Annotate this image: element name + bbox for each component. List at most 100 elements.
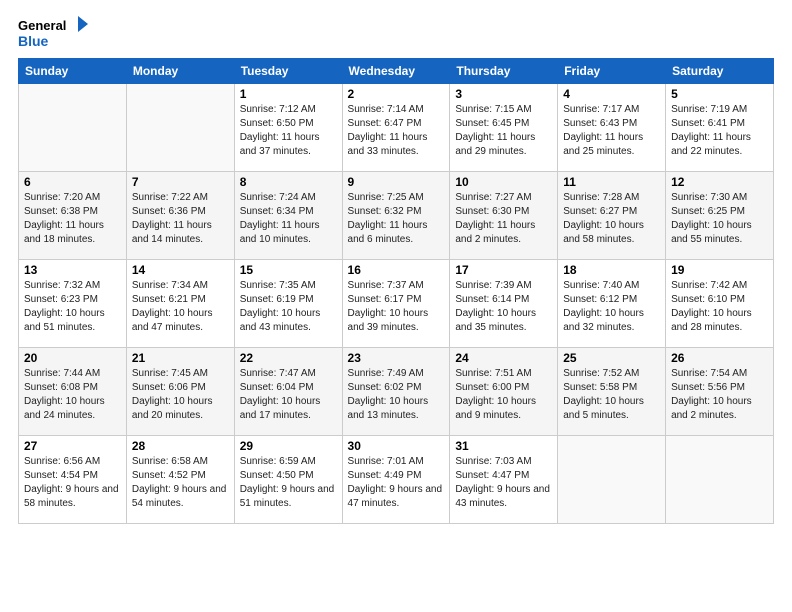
- day-info: Sunrise: 6:56 AM Sunset: 4:54 PM Dayligh…: [24, 455, 121, 511]
- calendar-cell: 26 Sunrise: 7:54 AM Sunset: 5:56 PM Dayli…: [666, 348, 774, 436]
- calendar-cell: 20 Sunrise: 7:44 AM Sunset: 6:08 PM Dayli…: [19, 348, 127, 436]
- calendar-cell: 31Sunrise: 7:03 AM Sunset: 4:47 PM Dayli…: [450, 436, 558, 524]
- weekday-header-monday: Monday: [126, 59, 234, 84]
- day-number: 19: [671, 263, 768, 277]
- calendar-cell: 11 Sunrise: 7:28 AM Sunset: 6:27 PM Dayli…: [558, 172, 666, 260]
- day-info: Sunrise: 7:54 AM Sunset: 5:56 PM Dayligh…: [671, 367, 768, 423]
- day-info: Sunrise: 6:58 AM Sunset: 4:52 PM Dayligh…: [132, 455, 229, 511]
- day-number: 29: [240, 439, 337, 453]
- calendar-week-row: 1 Sunrise: 7:12 AM Sunset: 6:50 PM Daylig…: [19, 84, 774, 172]
- day-info: Sunrise: 7:32 AM Sunset: 6:23 PM Dayligh…: [24, 279, 121, 335]
- weekday-header-row: SundayMondayTuesdayWednesdayThursdayFrid…: [19, 59, 774, 84]
- day-info: Sunrise: 7:24 AM Sunset: 6:34 PM Dayligh…: [240, 191, 337, 247]
- weekday-header-tuesday: Tuesday: [234, 59, 342, 84]
- calendar-cell: 28 Sunrise: 6:58 AM Sunset: 4:52 PM Dayli…: [126, 436, 234, 524]
- day-info: Sunrise: 7:19 AM Sunset: 6:41 PM Dayligh…: [671, 103, 768, 159]
- calendar-cell: 27Sunrise: 6:56 AM Sunset: 4:54 PM Dayli…: [19, 436, 127, 524]
- day-info: Sunrise: 7:14 AM Sunset: 6:47 PM Dayligh…: [348, 103, 445, 159]
- page: General Blue SundayMondayTuesdayWednesda…: [0, 0, 792, 612]
- weekday-header-friday: Friday: [558, 59, 666, 84]
- day-info: Sunrise: 7:12 AM Sunset: 6:50 PM Dayligh…: [240, 103, 337, 159]
- day-number: 7: [132, 175, 229, 189]
- day-number: 1: [240, 87, 337, 101]
- calendar-cell: 23Sunrise: 7:49 AM Sunset: 6:02 PM Dayli…: [342, 348, 450, 436]
- calendar-cell: [126, 84, 234, 172]
- day-number: 2: [348, 87, 445, 101]
- calendar-cell: 24 Sunrise: 7:51 AM Sunset: 6:00 PM Dayli…: [450, 348, 558, 436]
- calendar-week-row: 6Sunrise: 7:20 AM Sunset: 6:38 PM Daylig…: [19, 172, 774, 260]
- calendar-cell: [666, 436, 774, 524]
- calendar-cell: 18 Sunrise: 7:40 AM Sunset: 6:12 PM Dayli…: [558, 260, 666, 348]
- day-number: 4: [563, 87, 660, 101]
- day-number: 12: [671, 175, 768, 189]
- day-number: 13: [24, 263, 121, 277]
- calendar-cell: 7 Sunrise: 7:22 AM Sunset: 6:36 PM Daylig…: [126, 172, 234, 260]
- day-info: Sunrise: 7:25 AM Sunset: 6:32 PM Dayligh…: [348, 191, 445, 247]
- day-info: Sunrise: 7:47 AM Sunset: 6:04 PM Dayligh…: [240, 367, 337, 423]
- day-number: 15: [240, 263, 337, 277]
- day-info: Sunrise: 7:51 AM Sunset: 6:00 PM Dayligh…: [455, 367, 552, 423]
- calendar-cell: 9 Sunrise: 7:25 AM Sunset: 6:32 PM Daylig…: [342, 172, 450, 260]
- day-info: Sunrise: 7:22 AM Sunset: 6:36 PM Dayligh…: [132, 191, 229, 247]
- day-number: 23: [348, 351, 445, 365]
- calendar-cell: 14Sunrise: 7:34 AM Sunset: 6:21 PM Dayli…: [126, 260, 234, 348]
- calendar-cell: 22Sunrise: 7:47 AM Sunset: 6:04 PM Dayli…: [234, 348, 342, 436]
- weekday-header-wednesday: Wednesday: [342, 59, 450, 84]
- calendar-week-row: 27Sunrise: 6:56 AM Sunset: 4:54 PM Dayli…: [19, 436, 774, 524]
- day-info: Sunrise: 7:35 AM Sunset: 6:19 PM Dayligh…: [240, 279, 337, 335]
- calendar-cell: 5 Sunrise: 7:19 AM Sunset: 6:41 PM Daylig…: [666, 84, 774, 172]
- weekday-header-sunday: Sunday: [19, 59, 127, 84]
- day-info: Sunrise: 7:27 AM Sunset: 6:30 PM Dayligh…: [455, 191, 552, 247]
- day-info: Sunrise: 7:28 AM Sunset: 6:27 PM Dayligh…: [563, 191, 660, 247]
- calendar-week-row: 13 Sunrise: 7:32 AM Sunset: 6:23 PM Dayli…: [19, 260, 774, 348]
- day-number: 20: [24, 351, 121, 365]
- day-info: Sunrise: 7:37 AM Sunset: 6:17 PM Dayligh…: [348, 279, 445, 335]
- calendar-cell: 19 Sunrise: 7:42 AM Sunset: 6:10 PM Dayli…: [666, 260, 774, 348]
- calendar-cell: 25 Sunrise: 7:52 AM Sunset: 5:58 PM Dayli…: [558, 348, 666, 436]
- svg-text:Blue: Blue: [18, 33, 49, 49]
- calendar-cell: 12Sunrise: 7:30 AM Sunset: 6:25 PM Dayli…: [666, 172, 774, 260]
- day-info: Sunrise: 7:15 AM Sunset: 6:45 PM Dayligh…: [455, 103, 552, 159]
- day-number: 24: [455, 351, 552, 365]
- day-number: 28: [132, 439, 229, 453]
- calendar-cell: 10 Sunrise: 7:27 AM Sunset: 6:30 PM Dayli…: [450, 172, 558, 260]
- day-number: 16: [348, 263, 445, 277]
- day-number: 11: [563, 175, 660, 189]
- calendar-week-row: 20 Sunrise: 7:44 AM Sunset: 6:08 PM Dayli…: [19, 348, 774, 436]
- calendar-cell: [19, 84, 127, 172]
- calendar-table: SundayMondayTuesdayWednesdayThursdayFrid…: [18, 58, 774, 524]
- day-number: 30: [348, 439, 445, 453]
- day-number: 9: [348, 175, 445, 189]
- calendar-cell: 16 Sunrise: 7:37 AM Sunset: 6:17 PM Dayli…: [342, 260, 450, 348]
- day-info: Sunrise: 7:45 AM Sunset: 6:06 PM Dayligh…: [132, 367, 229, 423]
- calendar-cell: 6Sunrise: 7:20 AM Sunset: 6:38 PM Daylig…: [19, 172, 127, 260]
- weekday-header-thursday: Thursday: [450, 59, 558, 84]
- svg-text:General: General: [18, 18, 66, 33]
- logo: General Blue: [18, 14, 88, 52]
- header: General Blue: [18, 10, 774, 52]
- day-info: Sunrise: 7:39 AM Sunset: 6:14 PM Dayligh…: [455, 279, 552, 335]
- day-number: 8: [240, 175, 337, 189]
- day-number: 25: [563, 351, 660, 365]
- calendar-cell: 13 Sunrise: 7:32 AM Sunset: 6:23 PM Dayli…: [19, 260, 127, 348]
- calendar-cell: 8 Sunrise: 7:24 AM Sunset: 6:34 PM Daylig…: [234, 172, 342, 260]
- day-number: 26: [671, 351, 768, 365]
- day-info: Sunrise: 7:20 AM Sunset: 6:38 PM Dayligh…: [24, 191, 121, 247]
- day-info: Sunrise: 7:42 AM Sunset: 6:10 PM Dayligh…: [671, 279, 768, 335]
- day-number: 3: [455, 87, 552, 101]
- calendar-cell: 1 Sunrise: 7:12 AM Sunset: 6:50 PM Daylig…: [234, 84, 342, 172]
- day-info: Sunrise: 7:44 AM Sunset: 6:08 PM Dayligh…: [24, 367, 121, 423]
- day-info: Sunrise: 7:34 AM Sunset: 6:21 PM Dayligh…: [132, 279, 229, 335]
- calendar-cell: 3 Sunrise: 7:15 AM Sunset: 6:45 PM Daylig…: [450, 84, 558, 172]
- calendar-cell: 2 Sunrise: 7:14 AM Sunset: 6:47 PM Daylig…: [342, 84, 450, 172]
- day-number: 5: [671, 87, 768, 101]
- day-number: 10: [455, 175, 552, 189]
- day-info: Sunrise: 7:40 AM Sunset: 6:12 PM Dayligh…: [563, 279, 660, 335]
- day-number: 18: [563, 263, 660, 277]
- day-info: Sunrise: 7:52 AM Sunset: 5:58 PM Dayligh…: [563, 367, 660, 423]
- calendar-cell: 4Sunrise: 7:17 AM Sunset: 6:43 PM Daylig…: [558, 84, 666, 172]
- calendar-cell: 17 Sunrise: 7:39 AM Sunset: 6:14 PM Dayli…: [450, 260, 558, 348]
- calendar-cell: 21Sunrise: 7:45 AM Sunset: 6:06 PM Dayli…: [126, 348, 234, 436]
- calendar-cell: 29Sunrise: 6:59 AM Sunset: 4:50 PM Dayli…: [234, 436, 342, 524]
- day-number: 17: [455, 263, 552, 277]
